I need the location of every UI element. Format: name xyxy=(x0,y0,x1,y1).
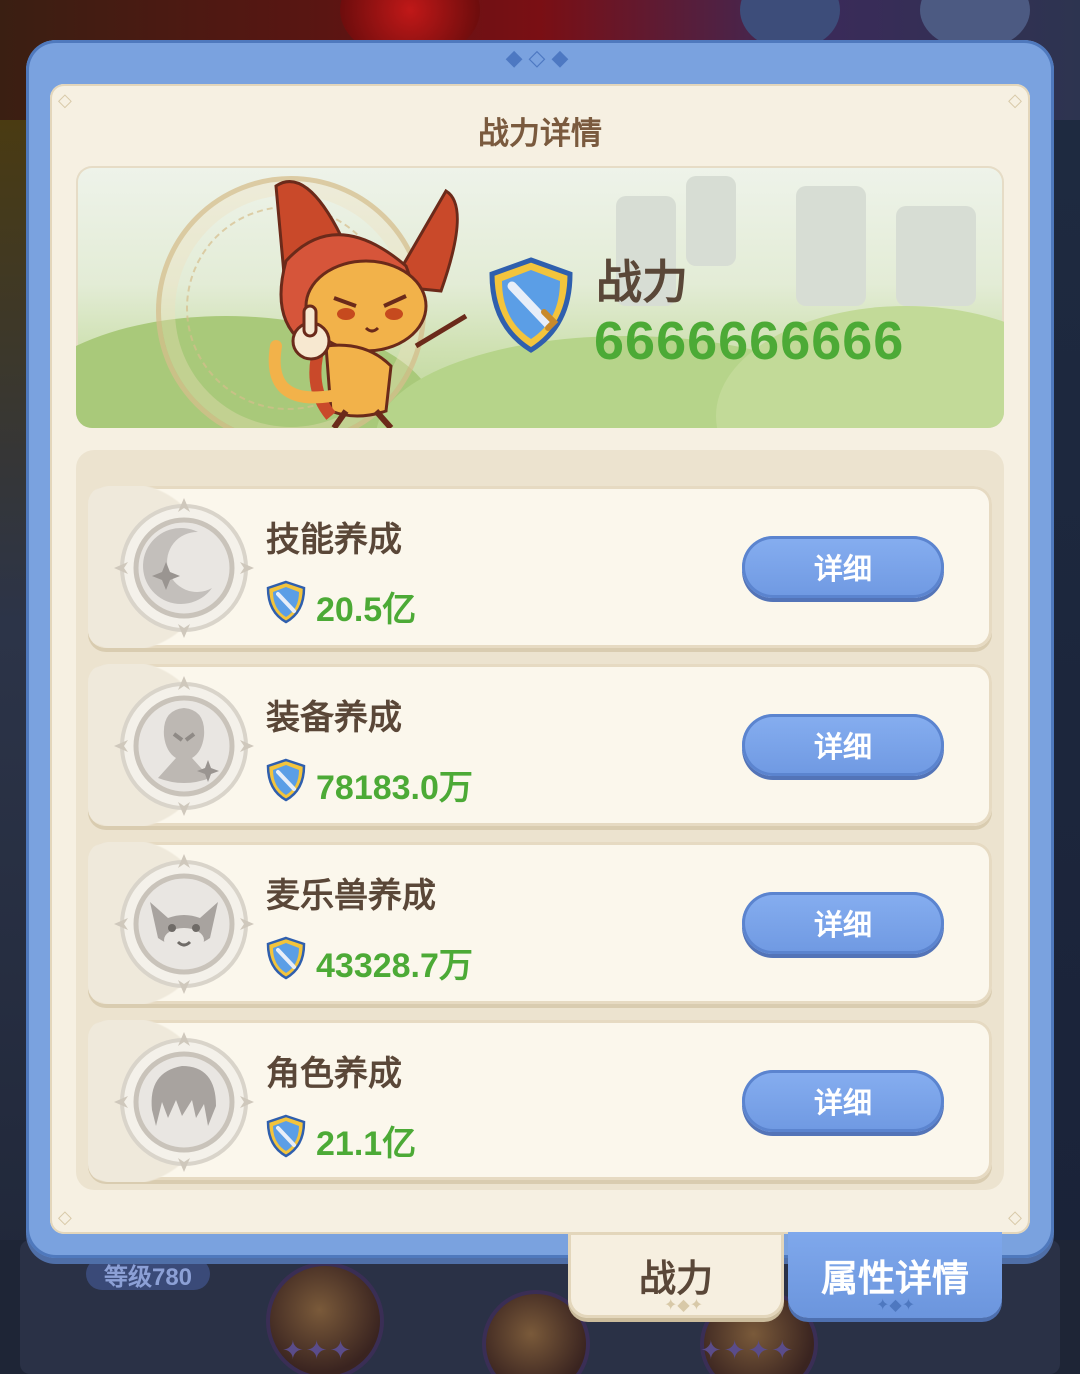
detail-button-equipment[interactable]: 详细 xyxy=(742,714,944,776)
tab-ornament-icon: ✦◆✦ xyxy=(876,1295,916,1314)
power-shield-icon xyxy=(266,580,306,624)
card-power-value: 21.1亿 xyxy=(316,1125,417,1163)
character-hair-icon xyxy=(114,1032,254,1172)
card-title: 角色养成 xyxy=(266,1054,402,1094)
card-power-value: 20.5亿 xyxy=(316,591,417,629)
power-shield-icon xyxy=(266,1114,306,1158)
card-power-value: 43328.7万 xyxy=(316,947,473,985)
detail-button-skill[interactable]: 详细 xyxy=(742,536,944,598)
power-shield-icon xyxy=(266,936,306,980)
hooded-figure-sparkle-icon xyxy=(114,676,254,816)
banner-rock xyxy=(686,176,736,266)
crescent-moon-sparkle-icon xyxy=(114,498,254,638)
detail-button-character[interactable]: 详细 xyxy=(742,1070,944,1132)
detail-button-pet[interactable]: 详细 xyxy=(742,892,944,954)
fox-mascot-image xyxy=(268,180,468,428)
card-title: 技能养成 xyxy=(266,520,402,560)
banner-rock xyxy=(896,206,976,306)
total-power-value: 6666666666 xyxy=(594,311,905,371)
power-shield-icon xyxy=(489,257,573,353)
background-star-rating: ✦✦✦ xyxy=(282,1336,354,1366)
diamond-ornament-icon: ◆◇◆ xyxy=(505,46,575,71)
tab-attributes-label: 属性详情 xyxy=(821,1257,969,1300)
power-label: 战力 xyxy=(596,255,688,309)
card-title: 装备养成 xyxy=(266,698,402,738)
tab-power-label: 战力 xyxy=(639,1257,713,1300)
level-badge: 等级780 xyxy=(86,1258,210,1291)
card-power-value: 78183.0万 xyxy=(316,769,473,807)
tab-attributes[interactable]: 属性详情 ✦◆✦ xyxy=(788,1232,1002,1318)
tab-power[interactable]: 战力 ✦◆✦ xyxy=(568,1232,784,1318)
cat-face-icon xyxy=(114,854,254,994)
background-star-rating: ✦✦✦✦ xyxy=(700,1336,796,1366)
banner-rock xyxy=(796,186,866,306)
power-shield-icon xyxy=(266,758,306,802)
modal-title: 战力详情 xyxy=(478,116,602,152)
tab-ornament-icon: ✦◆✦ xyxy=(664,1295,704,1314)
card-title: 麦乐兽养成 xyxy=(266,876,436,916)
corner-ornament-icon: ◇ xyxy=(1008,1207,1022,1228)
corner-ornament-icon: ◇ xyxy=(58,1207,72,1228)
